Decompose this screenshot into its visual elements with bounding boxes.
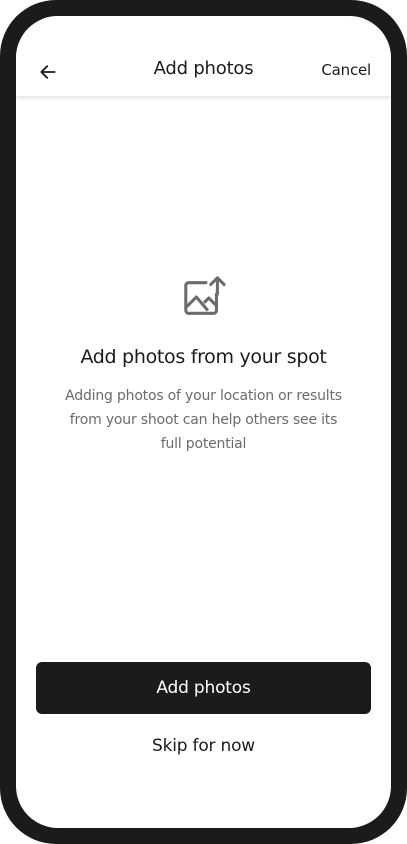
add-photos-button[interactable]: Add photos [36,662,371,714]
screen: Add photos Cancel Add photos from your s… [16,16,391,828]
app-bar: Add photos Cancel [16,16,391,96]
photo-upload-icon [180,274,228,322]
cancel-button[interactable]: Cancel [321,61,371,79]
empty-state-heading: Add photos from your spot [80,346,327,368]
empty-state-description: Adding photos of your location or result… [65,388,342,452]
empty-state: Add photos from your spot Adding photos … [16,274,391,456]
skip-for-now-button[interactable]: Skip for now [16,736,391,756]
device-frame: Add photos Cancel Add photos from your s… [0,0,407,844]
